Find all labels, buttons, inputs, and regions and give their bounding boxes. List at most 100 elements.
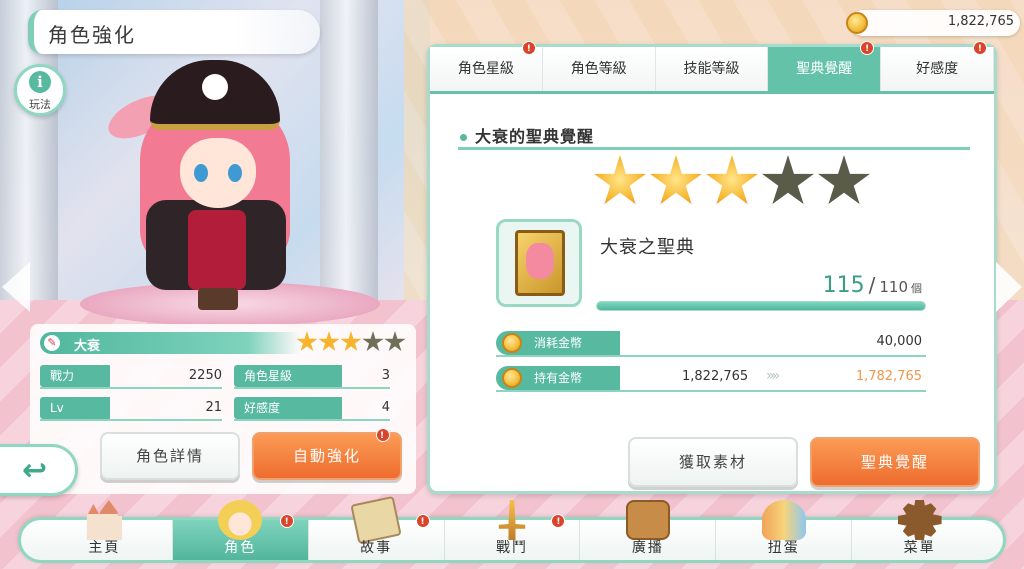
stat-label: 好感度 [234,397,342,419]
coin-icon [846,12,868,34]
tab-3[interactable]: 聖典覺醒! [768,41,882,91]
tabs-underline [430,91,994,94]
awakening-panel: 角色星級! 角色等級 技能等級 聖典覺醒! 好感度! 大衰的聖典覺醒 大衰之聖典 115… [427,41,997,494]
stat-star-level: 角色星級 3 [234,365,390,389]
stat-value: 21 [205,400,222,415]
gacha-icon [761,500,806,540]
coin-balance: 1,822,765 [846,10,1020,36]
held-coins-row: 持有金幣 1,822,765 »» 1,782,765 [496,366,926,392]
auto-enhance-button[interactable]: 自動強化 ! [252,428,402,480]
character-sprite [102,60,320,310]
cost-row: 消耗金幣 40,000 [496,331,926,357]
count-separator: / [868,273,876,297]
coin-icon [502,368,522,388]
tab-0[interactable]: 角色星級! [430,41,543,91]
alert-badge: ! [972,41,987,55]
star-filled-icon [340,331,362,352]
character-status-panel: ✎ 大衰 戰力 2250 角色星級 3 Lv 21 好感度 4 角色詳情 自動強… [30,324,416,494]
nav-item-0[interactable]: 主頁 [37,500,173,560]
star-filled-icon [594,155,646,205]
skull-emblem [202,74,228,100]
character-details-button[interactable]: 角色詳情 [100,432,240,480]
scripture-item-slot[interactable] [496,219,582,307]
radio-icon [625,500,670,540]
held-after-value: 1,782,765 [855,369,922,384]
progress-fill [597,302,925,310]
star-filled-icon [706,155,758,205]
nav-label: 廣播 [631,540,664,556]
coin-icon [502,333,522,353]
nav-label: 故事 [360,540,393,556]
tab-4[interactable]: 好感度! [881,41,994,91]
stat-affection: 好感度 4 [234,397,390,421]
stat-underline [40,419,222,421]
character-name: 大衰 [74,339,101,354]
character-face [180,138,256,208]
stat-label: 角色星級 [234,365,342,387]
stat-value: 2250 [188,368,222,383]
held-label: 持有金幣 [534,371,583,385]
stat-value: 4 [381,400,390,415]
alert-badge: ! [415,514,430,528]
stat-label: Lv [40,397,110,419]
star-empty-icon [818,155,870,205]
awakening-title: 大衰的聖典覺醒 [475,127,595,146]
required-count: 110 [879,278,908,296]
nav-item-4[interactable]: 廣播 [580,500,717,560]
character-name-bar: ✎ 大衰 [40,332,300,354]
back-arrow-icon: ↩ [22,453,48,488]
stat-label: 戰力 [40,365,110,387]
star-empty-icon [384,331,406,352]
nav-item-2[interactable]: 故事! [309,495,445,560]
alert-badge: ! [279,514,294,528]
alert-badge: ! [551,514,566,528]
nav-item-5[interactable]: 扭蛋 [716,500,853,560]
character-eye [194,164,208,182]
help-button[interactable]: i 玩法 [14,64,66,116]
nav-label: 菜單 [903,540,936,556]
awaken-button[interactable]: 聖典覺醒 [810,437,980,487]
get-material-button[interactable]: 獲取素材 [628,437,798,487]
awakening-star-rating [593,155,871,209]
character-dress [188,210,246,290]
alert-badge: ! [860,41,875,55]
nav-label: 主頁 [88,540,121,556]
cost-label-chip: 消耗金幣 [496,331,620,355]
character-boots [198,288,238,310]
owned-count: 115 [822,273,865,298]
section-title: 大衰的聖典覺醒 [460,123,594,147]
bullet-icon [460,134,467,141]
stat-underline [234,387,390,389]
back-button[interactable]: ↩ [0,444,78,496]
nav-item-6[interactable]: 菜單 [852,500,987,560]
character-icon [218,500,263,540]
cost-value: 40,000 [876,334,923,349]
nav-item-3[interactable]: 戰鬥! [445,500,581,560]
row-underline [496,390,926,392]
character-eye [228,164,242,182]
row-underline [496,355,926,357]
coin-amount: 1,822,765 [947,14,1014,29]
tab-label: 技能等級 [683,61,740,77]
tab-label: 角色等級 [570,61,627,77]
stat-level: Lv 21 [40,397,222,421]
pillar [320,0,378,330]
section-divider [458,147,970,150]
nav-item-1[interactable]: 角色! [172,500,309,560]
bottom-navigation: 主頁 角色! 故事! 戰鬥! 廣播 扭蛋 菜單 [18,495,1006,563]
page-title: 角色強化 [48,23,136,47]
tab-label: 聖典覺醒 [796,61,853,77]
alert-badge: ! [376,428,390,442]
scripture-book-icon [515,230,565,296]
star-filled-icon [318,331,340,352]
stat-underline [40,387,222,389]
tab-label: 角色星級 [457,61,514,77]
nav-label: 扭蛋 [767,540,800,556]
enhancement-tabs: 角色星級! 角色等級 技能等級 聖典覺醒! 好感度! [430,41,994,91]
info-icon: i [29,71,51,93]
pin-icon: ✎ [44,335,60,351]
tab-1[interactable]: 角色等級 [542,47,656,91]
star-filled-icon [296,331,318,352]
tab-2[interactable]: 技能等級 [655,47,769,91]
item-count: 115/110 個 [823,273,922,298]
